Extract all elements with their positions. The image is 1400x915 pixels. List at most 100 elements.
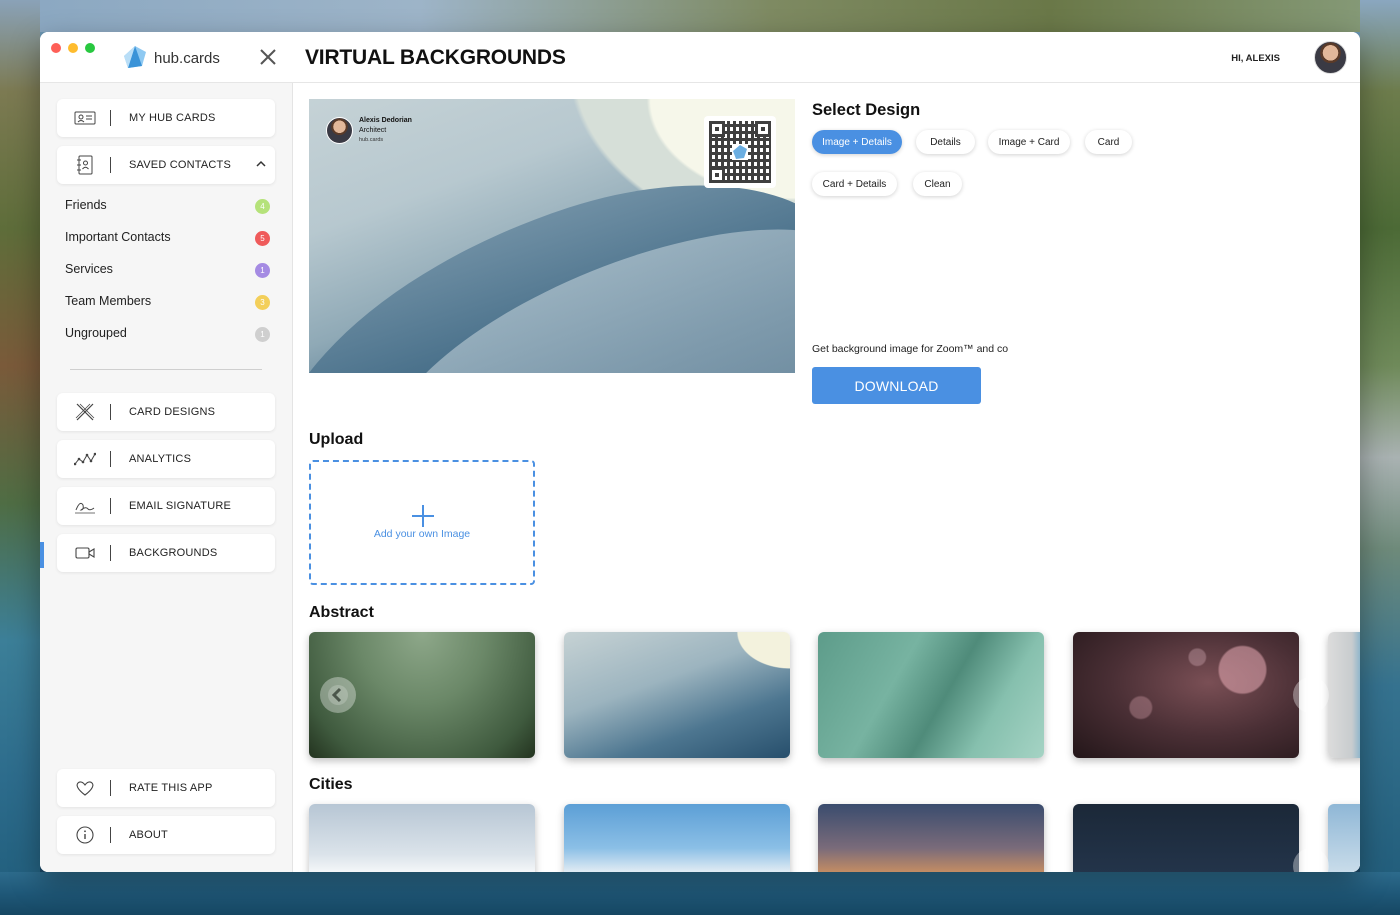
active-nav-indicator — [40, 542, 44, 568]
desktop-wallpaper-left — [0, 0, 40, 915]
cities-scroll-right-button[interactable] — [1293, 848, 1329, 872]
nav-separator — [110, 780, 111, 796]
group-item-important-contacts[interactable]: Important Contacts 5 — [65, 228, 270, 248]
download-button[interactable]: DOWNLOAD — [812, 367, 981, 404]
cities-thumbnail-dubai[interactable] — [818, 804, 1044, 872]
plus-icon — [412, 505, 434, 527]
preview-name: Alexis Dedorian — [359, 117, 412, 124]
window-minimize-button[interactable] — [68, 43, 78, 53]
close-sidebar-icon[interactable] — [258, 47, 278, 67]
count-badge: 1 — [255, 327, 270, 342]
page-title: VIRTUAL BACKGROUNDS — [305, 46, 566, 69]
nav-email-signature[interactable]: EMAIL SIGNATURE — [57, 487, 275, 525]
group-item-ungrouped[interactable]: Ungrouped 1 — [65, 324, 270, 344]
design-option-image-details[interactable]: Image + Details — [812, 130, 902, 154]
abstract-thumbnail-swirl[interactable] — [564, 632, 790, 758]
qr-corner — [709, 121, 725, 137]
chevron-right-icon — [1307, 687, 1318, 703]
background-preview: Alexis Dedorian Architect hub.cards — [309, 99, 795, 373]
chevron-left-icon — [328, 685, 348, 705]
window-zoom-button[interactable] — [85, 43, 95, 53]
main-content: Alexis Dedorian Architect hub.cards Sele… — [293, 83, 1360, 872]
nav-label: SAVED CONTACTS — [129, 159, 232, 171]
group-item-services[interactable]: Services 1 — [65, 260, 270, 280]
nav-label: MY HUB CARDS — [129, 112, 216, 124]
sidebar-divider — [70, 369, 262, 370]
cities-thumbnail-fog[interactable] — [309, 804, 535, 872]
select-design-title: Select Design — [812, 101, 921, 119]
nav-label: ANALYTICS — [129, 453, 192, 465]
group-label: Important Contacts — [65, 230, 171, 244]
design-option-clean[interactable]: Clean — [913, 172, 962, 196]
group-item-team-members[interactable]: Team Members 3 — [65, 292, 270, 312]
nav-separator — [110, 404, 111, 420]
design-option-image-card[interactable]: Image + Card — [988, 130, 1070, 154]
cities-thumbnail-night[interactable] — [1073, 804, 1299, 872]
app-window: hub.cards MY HUB CARDS SAVED CONTACTS Fr… — [40, 32, 1360, 872]
upload-title: Upload — [309, 431, 364, 448]
analytics-icon — [74, 452, 96, 466]
brand-name: hub.cards — [154, 50, 220, 67]
count-badge: 3 — [255, 295, 270, 310]
window-close-button[interactable] — [51, 43, 61, 53]
abstract-thumbnail-partial[interactable] — [1328, 632, 1360, 758]
qr-code — [704, 116, 776, 188]
count-badge: 5 — [255, 231, 270, 246]
abstract-thumbnail-fabric[interactable] — [818, 632, 1044, 758]
nav-my-hub-cards[interactable]: MY HUB CARDS — [57, 99, 275, 137]
abstract-section-title: Abstract — [309, 604, 374, 621]
nav-analytics[interactable]: ANALYTICS — [57, 440, 275, 478]
scroll-left-button[interactable] — [320, 677, 356, 713]
nav-label: EMAIL SIGNATURE — [129, 500, 232, 512]
count-badge: 4 — [255, 199, 270, 214]
nav-separator — [110, 545, 111, 561]
count-badge: 1 — [255, 263, 270, 278]
id-card-icon — [74, 111, 96, 125]
signature-icon — [75, 502, 95, 514]
user-avatar[interactable] — [1314, 41, 1347, 74]
qr-logo — [732, 144, 748, 160]
upload-label: Add your own Image — [373, 528, 471, 540]
design-option-card-details[interactable]: Card + Details — [812, 172, 897, 196]
qr-pattern — [709, 121, 771, 183]
nav-about[interactable]: ABOUT — [57, 816, 275, 854]
cities-thumbnail-partial[interactable] — [1328, 804, 1360, 872]
user-greeting: HI, ALEXIS — [1231, 53, 1280, 64]
nav-separator — [110, 157, 111, 173]
preview-avatar — [326, 117, 353, 144]
nav-card-designs[interactable]: CARD DESIGNS — [57, 393, 275, 431]
cities-section-title: Cities — [309, 776, 353, 793]
hub-cards-logo-icon — [733, 145, 747, 159]
group-label: Friends — [65, 198, 107, 212]
video-camera-icon — [75, 547, 95, 559]
zoom-info-text: Get background image for Zoom™ and co — [812, 343, 1009, 355]
nav-label: BACKGROUNDS — [129, 547, 218, 559]
hub-cards-logo-icon — [124, 46, 146, 68]
chevron-right-icon — [1307, 858, 1318, 872]
nav-label: ABOUT — [129, 829, 168, 841]
desktop-wallpaper-right — [1360, 0, 1400, 915]
upload-dropzone[interactable]: Add your own Image — [309, 460, 535, 585]
nav-label: RATE THIS APP — [129, 782, 213, 794]
design-option-details[interactable]: Details — [916, 130, 975, 154]
heart-icon — [76, 781, 94, 796]
desktop-wallpaper-bottom — [0, 872, 1400, 915]
abstract-thumbnail-bokeh[interactable] — [1073, 632, 1299, 758]
group-label: Services — [65, 262, 113, 276]
design-option-card[interactable]: Card — [1085, 130, 1132, 154]
preview-site: hub.cards — [359, 137, 384, 143]
nav-separator — [110, 827, 111, 843]
preview-role: Architect — [359, 127, 387, 134]
nav-rate-this-app[interactable]: RATE THIS APP — [57, 769, 275, 807]
nav-backgrounds[interactable]: BACKGROUNDS — [57, 534, 275, 572]
nav-saved-contacts[interactable]: SAVED CONTACTS — [57, 146, 275, 184]
desktop-wallpaper-top — [0, 0, 1400, 32]
group-item-friends[interactable]: Friends 4 — [65, 196, 270, 216]
sidebar-header: hub.cards — [40, 32, 293, 83]
nav-separator — [110, 451, 111, 467]
group-label: Team Members — [65, 294, 152, 308]
address-book-icon — [77, 155, 93, 175]
cities-thumbnail-shanghai[interactable] — [564, 804, 790, 872]
scroll-right-button[interactable] — [1293, 677, 1329, 713]
chevron-up-icon[interactable] — [255, 158, 267, 170]
